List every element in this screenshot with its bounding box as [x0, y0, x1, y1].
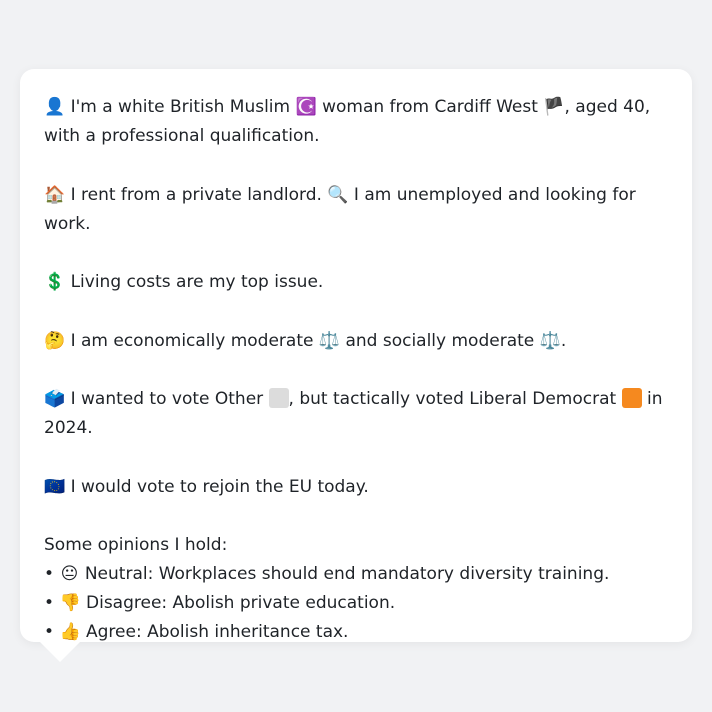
opinions-list: • 😐 Neutral: Workplaces should end manda… — [44, 560, 668, 647]
eu-text: I would vote to rejoin the EU today. — [65, 476, 369, 497]
opinion-item: • 👍 Agree: Abolish inheritance tax. — [44, 618, 668, 647]
bio-text-b: woman from Cardiff West — [316, 97, 544, 117]
opinion-text: Disagree: Abolish private education. — [80, 593, 396, 613]
opinions-heading: Some opinions I hold: — [44, 535, 228, 555]
issue-text: Living costs are my top issue. — [65, 272, 324, 292]
other-party-swatch — [268, 388, 289, 408]
opinion-text: Neutral: Workplaces should end mandatory… — [79, 564, 610, 584]
bullet: • — [44, 593, 55, 613]
ideology-text-a: I am economically moderate — [65, 330, 319, 351]
house-icon: 🏠 — [44, 184, 66, 205]
opinion-item: • 😐 Neutral: Workplaces should end manda… — [44, 560, 668, 589]
libdem-party-swatch — [621, 388, 642, 408]
dollar-icon: 💲 — [44, 272, 66, 292]
persona-card: 👤 I'm a white British Muslim ☪️ woman fr… — [20, 69, 692, 642]
vote-line: 🗳️ I wanted to vote Other , but tactical… — [44, 385, 668, 443]
opinion-item: • 👎 Disagree: Abolish private education. — [44, 589, 668, 618]
ideology-text-c: . — [560, 330, 567, 351]
thumbs-up-icon: 👍 — [59, 622, 81, 642]
ideology-text-b: and socially moderate — [340, 330, 540, 351]
neutral-face-icon: 😐 — [60, 564, 79, 584]
eu-flag-icon: 🇪🇺 — [44, 476, 66, 497]
ballot-box-icon: 🗳️ — [44, 389, 66, 409]
person-icon: 👤 — [44, 97, 66, 117]
issue-line: 💲 Living costs are my top issue. — [44, 268, 668, 297]
scales-icon: ⚖️ — [318, 330, 341, 351]
bio-text-a: I'm a white British Muslim — [65, 97, 296, 117]
bullet: • — [44, 564, 55, 584]
opinion-text: Agree: Abolish inheritance tax. — [80, 622, 349, 642]
vote-text-a: I wanted to vote Other — [65, 389, 269, 409]
speech-bubble-tail — [40, 642, 80, 662]
ideology-line: 🤔 I am economically moderate ⚖️ and soci… — [44, 327, 668, 356]
star-crescent-icon: ☪️ — [295, 97, 317, 117]
scales-icon: ⚖️ — [539, 330, 561, 351]
magnifier-icon: 🔍 — [327, 184, 349, 205]
eu-line: 🇪🇺 I would vote to rejoin the EU today. — [44, 473, 668, 502]
bio-line: 👤 I'm a white British Muslim ☪️ woman fr… — [44, 93, 668, 151]
wales-flag-icon: 🏴 — [543, 97, 565, 117]
thumbs-down-icon: 👎 — [59, 593, 81, 613]
vote-text-b: , but tactically voted Liberal Democrat — [288, 389, 622, 409]
housing-line: 🏠 I rent from a private landlord. 🔍 I am… — [44, 181, 668, 239]
thinking-face-icon: 🤔 — [44, 330, 66, 351]
bullet: • — [44, 622, 55, 642]
housing-text: I rent from a private landlord. — [65, 184, 328, 205]
